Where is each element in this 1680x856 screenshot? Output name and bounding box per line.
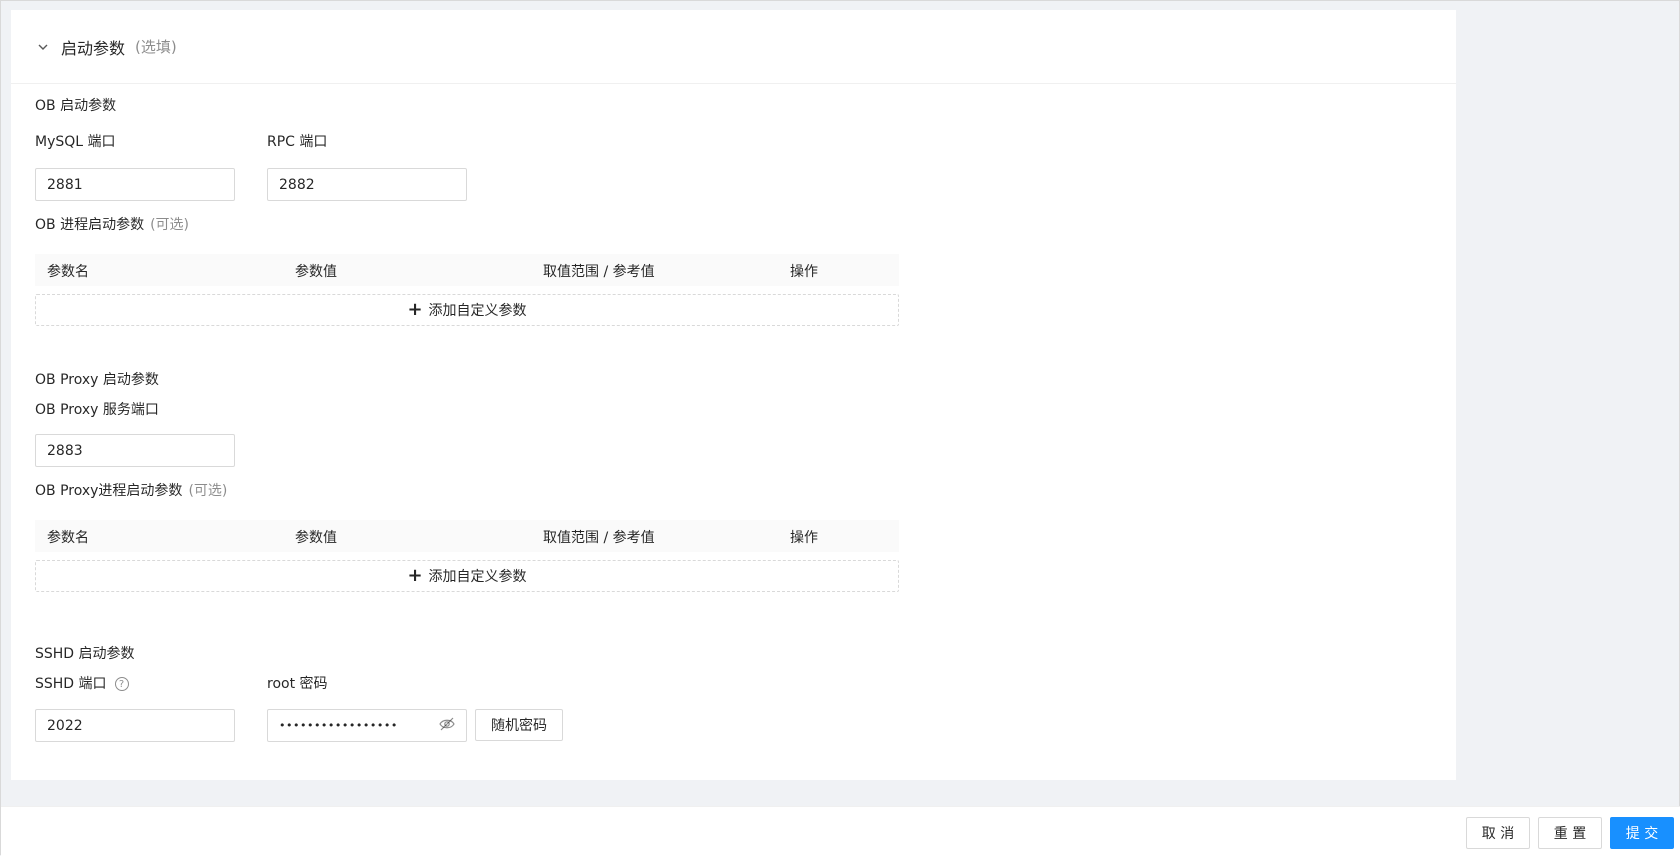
ob-process-params-optional: (可选)	[150, 217, 190, 233]
proxy-service-port-label: OB Proxy 服务端口	[35, 402, 159, 418]
column-param-name: 参数名	[47, 530, 89, 546]
column-actions: 操作	[790, 264, 818, 280]
cancel-button[interactable]: 取 消	[1466, 817, 1530, 849]
sshd-port-label-text: SSHD 端口	[35, 676, 107, 692]
column-actions: 操作	[790, 530, 818, 546]
ob-params-table-header: 参数名 参数值 取值范围 / 参考值 操作	[35, 254, 899, 286]
column-range: 取值范围 / 参考值	[543, 530, 655, 546]
proxy-params-table-header: 参数名 参数值 取值范围 / 参考值 操作	[35, 520, 899, 552]
question-circle-icon[interactable]: ?	[114, 677, 129, 691]
add-custom-param-label: 添加自定义参数	[428, 303, 527, 319]
random-password-button[interactable]: 随机密码	[475, 709, 563, 741]
ob-process-params-text: OB 进程启动参数	[35, 217, 145, 233]
proxy-service-port-input[interactable]: 2883	[35, 434, 235, 467]
page-frame: 启动参数 (选填) OB 启动参数 MySQL 端口 2881 RPC 端口 2…	[0, 0, 1680, 856]
root-password-input[interactable]: •••••••••••••••••	[267, 709, 467, 742]
chevron-down-icon[interactable]	[35, 39, 51, 55]
ob-section-title: OB 启动参数	[35, 98, 117, 114]
column-param-value: 参数值	[295, 530, 337, 546]
proxy-process-params-label: OB Proxy进程启动参数 (可选)	[35, 480, 227, 500]
sshd-section-title: SSHD 启动参数	[35, 646, 135, 662]
card-title-optional: (选填)	[135, 38, 177, 56]
proxy-process-params-text: OB Proxy进程启动参数	[35, 483, 183, 499]
mysql-port-input[interactable]: 2881	[35, 168, 235, 201]
footer-bar: 取 消 重 置 提 交	[1, 806, 1680, 856]
add-custom-param-label: 添加自定义参数	[428, 569, 527, 585]
proxy-add-custom-param-button[interactable]: + 添加自定义参数	[35, 560, 899, 592]
column-param-value: 参数值	[295, 264, 337, 280]
plus-icon: +	[407, 565, 423, 586]
column-range: 取值范围 / 参考值	[543, 264, 655, 280]
submit-button[interactable]: 提 交	[1610, 817, 1674, 849]
ob-process-params-label: OB 进程启动参数 (可选)	[35, 214, 189, 234]
rpc-port-input[interactable]: 2882	[267, 168, 467, 201]
ob-add-custom-param-button[interactable]: + 添加自定义参数	[35, 294, 899, 326]
column-param-name: 参数名	[47, 264, 89, 280]
startup-params-card: 启动参数 (选填) OB 启动参数 MySQL 端口 2881 RPC 端口 2…	[11, 10, 1456, 780]
reset-button[interactable]: 重 置	[1538, 817, 1602, 849]
root-password-label: root 密码	[267, 676, 328, 692]
root-password-value: •••••••••••••••••	[279, 719, 398, 732]
sshd-port-input[interactable]: 2022	[35, 709, 235, 742]
sshd-port-label: SSHD 端口?	[35, 673, 129, 693]
mysql-port-label: MySQL 端口	[35, 134, 116, 150]
proxy-process-params-optional: (可选)	[188, 483, 228, 499]
proxy-section-title: OB Proxy 启动参数	[35, 372, 159, 388]
rpc-port-label: RPC 端口	[267, 134, 328, 150]
plus-icon: +	[407, 299, 423, 320]
eye-invisible-icon[interactable]	[439, 717, 455, 735]
card-header[interactable]: 启动参数 (选填)	[11, 10, 1456, 84]
card-title: 启动参数	[61, 38, 126, 58]
